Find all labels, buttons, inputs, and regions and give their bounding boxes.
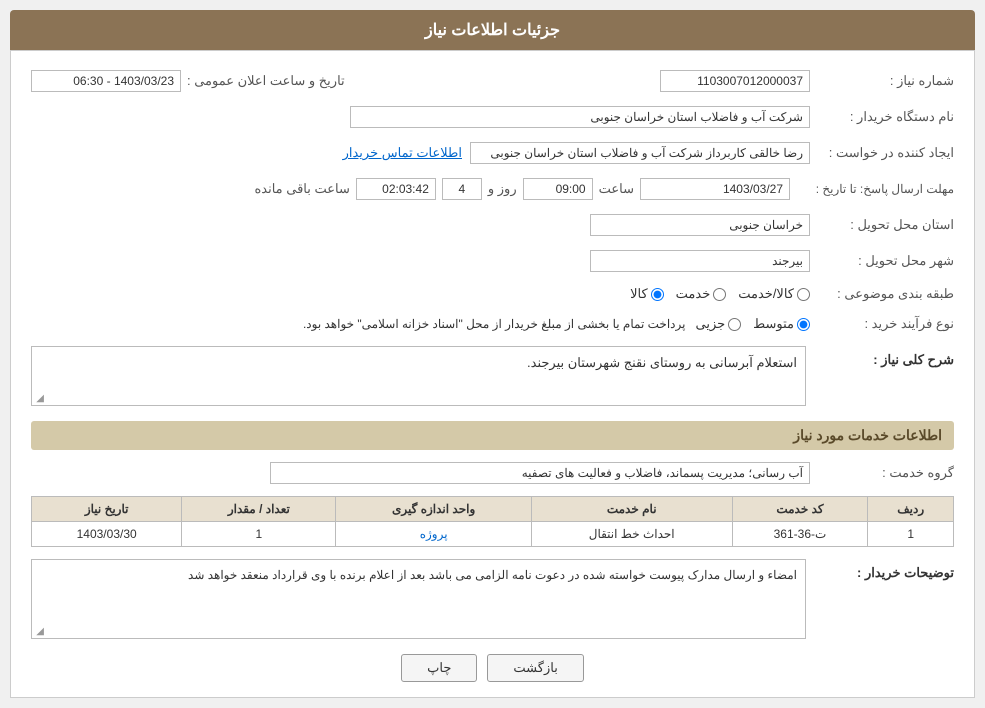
- table-row: 1 ت-36-361 احداث خط انتقال پروژه 1 1403/…: [32, 522, 954, 547]
- tabaqe-label: طبقه بندی موضوعی :: [814, 282, 954, 306]
- resize-handle: ◢: [34, 393, 44, 403]
- tawzih-box: امضاء و ارسال مدارک پیوست خواسته شده در …: [31, 559, 806, 639]
- cell-count: 1: [182, 522, 336, 547]
- shomare-niaz-label: شماره نیاز :: [814, 69, 954, 93]
- nam-dastgah-value: شرکت آب و فاضلاب استان خراسان جنوبی: [350, 106, 810, 128]
- sharh-label: شرح کلی نیاز :: [873, 348, 954, 371]
- noee-farayand-label: نوع فرآیند خرید :: [814, 312, 954, 336]
- ostan-tahvil-label: استان محل تحویل :: [814, 213, 954, 237]
- ijad-konande-value: رضا خالقی کاربرداز شرکت آب و فاضلاب استا…: [470, 142, 810, 164]
- resize-handle-2: ◢: [34, 626, 44, 636]
- shahr-tahvil-value: بیرجند: [590, 250, 810, 272]
- services-table: ردیف کد خدمت نام خدمت واحد اندازه گیری ت…: [31, 496, 954, 547]
- mohlat-remaining: 02:03:42: [356, 178, 436, 200]
- tabaqe-khidmat[interactable]: خدمت: [676, 286, 727, 302]
- shahr-tahvil-label: شهر محل تحویل :: [814, 249, 954, 273]
- mohlat-time-label: ساعت: [599, 181, 634, 197]
- cell-unit: پروژه: [336, 522, 531, 547]
- back-button[interactable]: بازگشت: [487, 654, 583, 682]
- mohlat-date: 1403/03/27: [640, 178, 790, 200]
- sharh-value: استعلام آبرسانی به روستای نقنج شهرستان ب…: [527, 355, 797, 370]
- cell-date: 1403/03/30: [32, 522, 182, 547]
- col-code: کد خدمت: [732, 497, 868, 522]
- print-button[interactable]: چاپ: [401, 654, 477, 682]
- grooh-khadmat-label: گروه خدمت :: [814, 461, 954, 485]
- mohlat-label: مهلت ارسال پاسخ: تا تاریخ :: [794, 178, 954, 200]
- mohlat-roz-label: روز و: [488, 181, 517, 197]
- tarikh-label: تاریخ و ساعت اعلان عمومی :: [187, 73, 345, 89]
- tabaqe-kala-khidmat[interactable]: کالا/خدمت: [738, 286, 810, 302]
- col-count: تعداد / مقدار: [182, 497, 336, 522]
- col-radif: ردیف: [868, 497, 954, 522]
- sharh-box: استعلام آبرسانی به روستای نقنج شهرستان ب…: [31, 346, 806, 406]
- mohlat-roz-value: 4: [442, 178, 482, 200]
- mohlat-saet-label: ساعت باقی مانده: [254, 181, 349, 197]
- services-section-label: اطلاعات خدمات مورد نیاز: [31, 421, 954, 450]
- tawzih-value: امضاء و ارسال مدارک پیوست خواسته شده در …: [188, 568, 797, 582]
- tabaqe-kala[interactable]: کالا: [630, 286, 664, 302]
- shomare-niaz-value: 1103007012000037: [660, 70, 810, 92]
- tarikh-value: 1403/03/23 - 06:30: [31, 70, 181, 92]
- cell-code: ت-36-361: [732, 522, 868, 547]
- mohlat-time: 09:00: [523, 178, 593, 200]
- cell-radif: 1: [868, 522, 954, 547]
- col-date: تاریخ نیاز: [32, 497, 182, 522]
- col-unit: واحد اندازه گیری: [336, 497, 531, 522]
- tawzih-label: توضیحات خریدار :: [857, 561, 954, 584]
- noee-farayand-text: پرداخت تمام یا بخشی از مبلغ خریدار از مح…: [303, 317, 686, 331]
- col-name: نام خدمت: [531, 497, 732, 522]
- noee-motavset[interactable]: متوسط: [753, 316, 810, 332]
- ijad-konande-label: ایجاد کننده در خواست :: [814, 141, 954, 165]
- ettelaat-tamas-link[interactable]: اطلاعات تماس خریدار: [343, 145, 462, 161]
- grooh-khadmat-value: آب رسانی؛ مدیریت پسماند، فاضلاب و فعالیت…: [270, 462, 810, 484]
- page-title: جزئیات اطلاعات نیاز: [10, 10, 975, 50]
- noee-jozi[interactable]: جزیی: [695, 316, 741, 332]
- cell-name: احداث خط انتقال: [531, 522, 732, 547]
- nam-dastgah-label: نام دستگاه خریدار :: [814, 105, 954, 129]
- ostan-tahvil-value: خراسان جنوبی: [590, 214, 810, 236]
